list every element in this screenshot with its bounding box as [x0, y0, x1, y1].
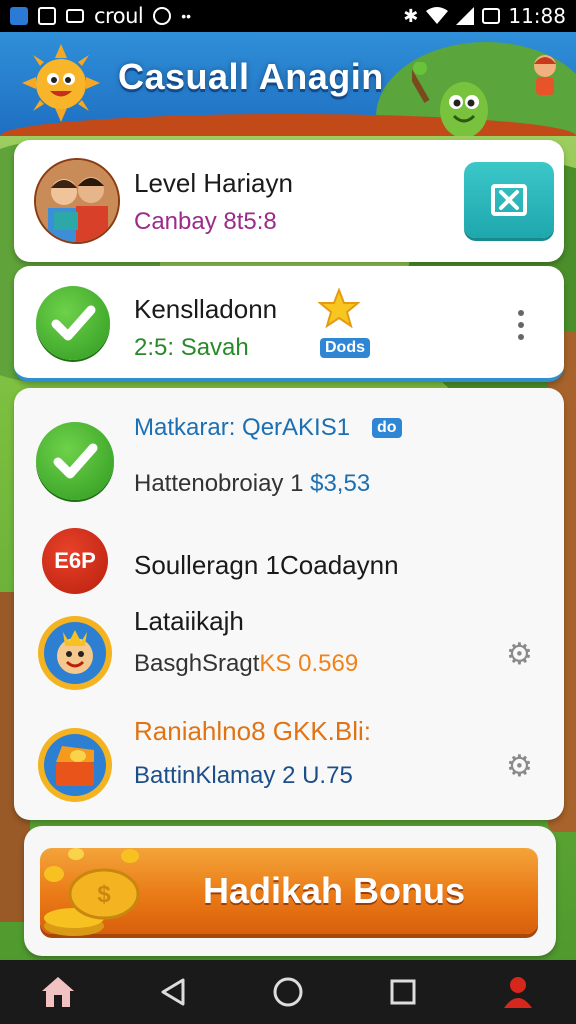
nav-home-circle[interactable] — [258, 967, 318, 1017]
battery-icon — [482, 8, 501, 24]
status-name: Kenslladonn — [134, 294, 278, 324]
profile-subtitle: Canbay 8t5:8 — [134, 208, 277, 235]
status-badge: Dods — [320, 338, 370, 358]
list-item-badge: do — [372, 418, 402, 438]
detail-value: $3,53 — [310, 470, 371, 497]
green-mascot-icon — [412, 62, 488, 136]
list-item-title: Lataiikajh — [134, 606, 244, 636]
eop-badge-text: E6P — [54, 548, 96, 573]
profile-card[interactable]: Level Hariayn Canbay 8t5:8 — [14, 140, 564, 262]
detail-value: 2 U.75 — [282, 762, 353, 789]
photo-icon — [38, 7, 56, 25]
carrier-label: croul — [94, 4, 144, 28]
avatar[interactable] — [34, 158, 120, 244]
list-item-detail: BattinKlamay 2 U.75 — [134, 762, 353, 790]
coins-icon: $ — [44, 848, 140, 936]
eop-badge-icon: E6P — [42, 528, 108, 594]
bonus-label: Hadikah Bonus — [202, 870, 466, 911]
circle-home-icon — [273, 977, 303, 1007]
svg-text:$: $ — [97, 881, 111, 908]
message-icon — [66, 9, 84, 23]
list-item-title: Matkarar: QerAKIS1 — [134, 414, 351, 441]
kid-character-icon — [534, 55, 556, 95]
profile-icon — [504, 977, 533, 1008]
navigation-bar — [0, 960, 576, 1024]
status-bar: croul •• ✱ 11:88 — [0, 0, 576, 32]
home-icon — [41, 977, 74, 1007]
list-item-detail: Hattenobroiay 1 $3,53 — [134, 470, 370, 498]
nav-recents[interactable] — [373, 967, 433, 1017]
gear-icon[interactable]: ⚙ — [506, 640, 533, 670]
clock: 11:88 — [508, 4, 566, 28]
nav-back[interactable] — [143, 967, 203, 1017]
gear-icon[interactable]: ⚙ — [506, 752, 533, 782]
recents-icon — [390, 979, 416, 1005]
bluetooth-icon: ✱ — [403, 5, 419, 26]
nav-profile[interactable] — [488, 967, 548, 1017]
list-item-title: Raniahlno8 GKK.Bli: — [134, 716, 372, 746]
status-subtitle: 2:5: Savah — [134, 334, 249, 361]
close-button[interactable] — [464, 162, 554, 238]
list-item-title: Soulleragn 1Coadaynn — [134, 550, 399, 580]
bonus-card: $ Hadikah Bonus — [24, 826, 556, 956]
detail-prefix: BattinKlamay — [134, 762, 283, 789]
app-icon — [10, 7, 28, 25]
back-icon — [161, 978, 185, 1006]
vpn-icon — [153, 7, 172, 25]
check-chat-icon — [36, 422, 114, 500]
sun-mascot-icon — [22, 44, 100, 122]
star-icon — [318, 288, 360, 328]
activity-list: Matkarar: QerAKIS1 do Hattenobroiay 1 $3… — [14, 388, 564, 820]
detail-prefix: Hattenobroiay 1 — [134, 470, 311, 497]
treasure-box-icon — [38, 728, 112, 802]
detail-prefix: BasghSragt — [134, 650, 260, 677]
app-header: Casuall Anagin — [0, 32, 576, 136]
list-item-detail: BasghSragtKS 0.569 — [134, 650, 358, 678]
close-icon — [491, 184, 527, 216]
check-icon — [36, 286, 110, 360]
wifi-icon — [426, 7, 449, 24]
nav-home[interactable] — [28, 967, 88, 1017]
bonus-button[interactable]: $ Hadikah Bonus — [40, 848, 538, 936]
reward-face-icon — [38, 616, 112, 690]
status-card[interactable]: Kenslladonn 2:5: Savah Dods — [14, 266, 564, 382]
more-vertical-icon[interactable] — [518, 310, 524, 346]
signal-icon — [456, 7, 475, 25]
profile-name: Level Hariayn — [134, 168, 293, 198]
dots-icon: •• — [181, 8, 192, 24]
app-title: Casuall Anagin — [118, 56, 384, 97]
detail-value: KS 0.569 — [259, 650, 359, 677]
